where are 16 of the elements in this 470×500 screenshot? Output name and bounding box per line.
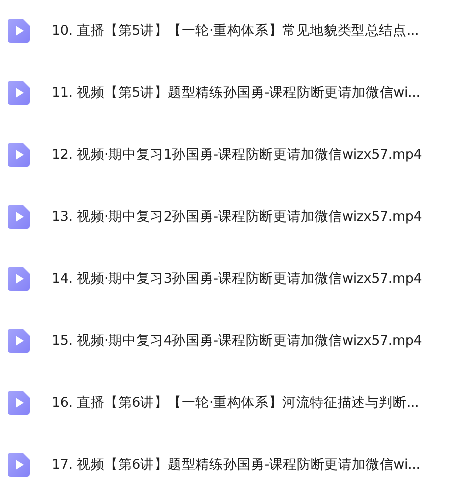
file-name[interactable]: 17. 视频【第6讲】题型精练孙国勇-课程防断更请加微信wi... bbox=[52, 456, 420, 474]
file-name[interactable]: 16. 直播【第6讲】【一轮·重构体系】河流特征描述与判断... bbox=[52, 394, 420, 412]
file-name[interactable]: 13. 视频·期中复习2孙国勇-课程防断更请加微信wizx57.mp4 bbox=[52, 208, 422, 226]
file-name[interactable]: 12. 视频·期中复习1孙国勇-课程防断更请加微信wizx57.mp4 bbox=[52, 146, 422, 164]
video-file-icon bbox=[8, 267, 30, 291]
file-name[interactable]: 11. 视频【第5讲】题型精练孙国勇-课程防断更请加微信wi... bbox=[52, 84, 420, 102]
video-file-icon bbox=[8, 81, 30, 105]
file-name[interactable]: 10. 直播【第5讲】【一轮·重构体系】常见地貌类型总结点... bbox=[52, 22, 420, 40]
video-file-icon bbox=[8, 329, 30, 353]
video-file-icon bbox=[8, 205, 30, 229]
video-file-icon bbox=[8, 453, 30, 477]
file-name[interactable]: 15. 视频·期中复习4孙国勇-课程防断更请加微信wizx57.mp4 bbox=[52, 332, 422, 350]
video-file-icon bbox=[8, 391, 30, 415]
video-file-icon bbox=[8, 19, 30, 43]
file-name[interactable]: 14. 视频·期中复习3孙国勇-课程防断更请加微信wizx57.mp4 bbox=[52, 270, 422, 288]
video-file-icon bbox=[8, 143, 30, 167]
